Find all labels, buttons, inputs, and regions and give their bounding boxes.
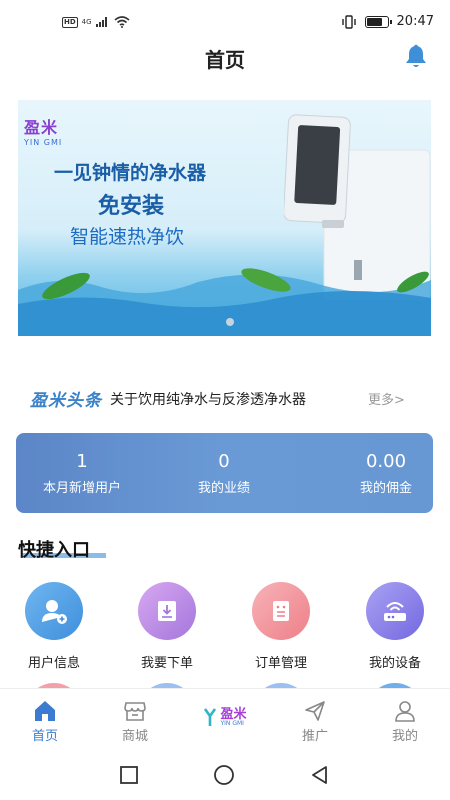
system-nav-bar bbox=[0, 750, 450, 800]
order-manage-icon bbox=[273, 601, 289, 621]
brand-logo-icon: 盈米 YIN GMI bbox=[190, 703, 260, 731]
quick-item-order-manage[interactable]: 订单管理 bbox=[241, 582, 321, 671]
quick-item-place-order[interactable]: 我要下单 bbox=[127, 582, 207, 671]
news-more-link[interactable]: 更多> bbox=[368, 389, 405, 408]
wifi-icon bbox=[114, 16, 130, 28]
news-headline[interactable]: 关于饮用纯净水与反渗透净水器 bbox=[110, 389, 306, 409]
news-logo: 盈米头条 bbox=[30, 391, 102, 411]
stat-performance[interactable]: 0 我的业绩 bbox=[164, 451, 284, 496]
profile-icon bbox=[395, 701, 415, 722]
home-icon bbox=[35, 701, 55, 721]
clock: 20:47 bbox=[396, 14, 434, 29]
banner-carousel[interactable]: 盈米 YIN GMI 一见钟情的净水器 免安装 智能速热净饮 bbox=[18, 100, 431, 336]
quick-item-my-device[interactable]: 我的设备 bbox=[355, 582, 435, 671]
tab-mine[interactable]: 我的 bbox=[370, 697, 440, 744]
tab-shop[interactable]: 商城 bbox=[100, 697, 170, 744]
tab-promote[interactable]: 推广 bbox=[280, 697, 350, 744]
app-screen: HD 4G 20:47 首页 盈米 YIN GMI 一见钟情的净水器 免安装 智… bbox=[0, 0, 450, 800]
device-icon bbox=[384, 602, 406, 621]
signal-icon bbox=[95, 17, 107, 27]
home-button[interactable] bbox=[213, 764, 235, 786]
bottom-tab-bar: 首页 商城 盈米 YIN GMI 推广 我的 bbox=[0, 688, 450, 750]
quick-entry-title: 快捷入口 bbox=[18, 540, 90, 561]
shop-icon bbox=[124, 702, 146, 721]
back-button[interactable] bbox=[309, 764, 331, 786]
send-icon bbox=[305, 701, 325, 721]
network-label: 4G bbox=[81, 18, 92, 26]
banner-logo: 盈米 YIN GMI bbox=[24, 118, 63, 147]
quick-item-user-info[interactable]: 用户信息 bbox=[14, 582, 94, 671]
user-info-icon bbox=[42, 600, 67, 624]
stats-card: 1 本月新增用户 0 我的业绩 0.00 我的佣金 bbox=[16, 433, 433, 513]
bell-icon[interactable] bbox=[404, 44, 428, 70]
carousel-indicator[interactable] bbox=[226, 318, 234, 326]
tab-home[interactable]: 首页 bbox=[10, 697, 80, 744]
banner-tagline: 智能速热净饮 bbox=[70, 226, 185, 248]
stat-commission[interactable]: 0.00 我的佣金 bbox=[326, 451, 446, 496]
tab-brand[interactable]: 盈米 YIN GMI bbox=[190, 703, 260, 731]
hd-badge: HD bbox=[62, 16, 78, 28]
place-order-icon bbox=[158, 601, 176, 621]
water-splash-image bbox=[18, 268, 431, 336]
banner-subheadline: 免安装 bbox=[98, 194, 165, 219]
vibrate-icon bbox=[341, 14, 356, 29]
recent-apps-button[interactable] bbox=[119, 765, 139, 785]
battery-icon bbox=[364, 15, 392, 28]
page-title: 首页 bbox=[205, 48, 245, 72]
banner-headline: 一见钟情的净水器 bbox=[54, 162, 207, 184]
stat-new-users[interactable]: 1 本月新增用户 bbox=[22, 451, 142, 496]
status-bar: HD 4G 20:47 bbox=[0, 0, 450, 36]
